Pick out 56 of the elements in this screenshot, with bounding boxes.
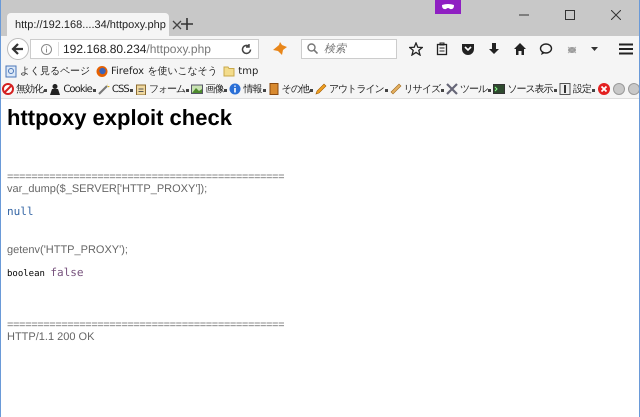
toolbar-menu[interactable]: リサイズ <box>404 82 444 96</box>
prohibited-icon[interactable] <box>2 83 14 95</box>
clipboard-icon[interactable] <box>134 83 147 95</box>
maximize-icon[interactable] <box>565 10 575 20</box>
new-tab-icon[interactable] <box>181 18 193 30</box>
toolbar-menu[interactable]: Cookie <box>63 84 96 94</box>
toolbar-menu[interactable]: ソース表示 <box>507 82 557 96</box>
error-icon[interactable] <box>598 83 610 95</box>
output-text: getenv('HTTP_PROXY'); <box>7 244 129 256</box>
figure-icon[interactable] <box>49 83 62 95</box>
wand-icon[interactable] <box>98 83 110 95</box>
toolbar-menu[interactable]: ツール <box>460 82 492 96</box>
info-icon <box>41 44 52 54</box>
close-icon[interactable] <box>611 10 621 20</box>
toolbar-menu[interactable]: アウトライン <box>328 82 388 96</box>
output-value: null <box>7 205 34 218</box>
page-search-icon[interactable] <box>5 64 17 78</box>
status-dot-icon[interactable] <box>613 83 626 95</box>
close-icon[interactable] <box>172 20 182 30</box>
toolbar-menu[interactable]: フォーム <box>148 82 190 96</box>
home-icon[interactable] <box>513 42 527 56</box>
globe-icon[interactable] <box>96 64 108 78</box>
separator-text: ============================================== <box>7 319 286 331</box>
page-heading: httpoxy exploit check <box>7 105 233 131</box>
search-icon <box>307 43 318 54</box>
menu-icon[interactable] <box>619 43 633 55</box>
book-icon[interactable] <box>268 83 280 95</box>
toolbar-menu[interactable]: 情報 <box>243 82 266 96</box>
ruler-icon[interactable] <box>390 83 402 95</box>
url-text: 192.168.80.234/httpoxy.php <box>58 42 211 56</box>
chat-icon[interactable] <box>539 42 553 56</box>
download-icon[interactable] <box>487 42 501 56</box>
toolbar-menu[interactable]: 画像 <box>205 82 228 96</box>
pocket-icon[interactable] <box>461 42 475 56</box>
bookmark-link[interactable]: よく見るページ <box>20 64 90 78</box>
bookmark-link[interactable]: Firefox を使いこなそう <box>111 64 218 78</box>
terminal-icon[interactable] <box>493 83 506 95</box>
star-icon[interactable] <box>409 42 423 56</box>
toolbar-menu[interactable]: その他 <box>282 82 313 96</box>
separator-text: ============================================== <box>7 171 286 183</box>
pencil-icon[interactable] <box>314 83 327 95</box>
back-icon[interactable] <box>7 38 29 60</box>
output-value: boolean false <box>7 266 84 279</box>
toolbar-menu[interactable]: 設定 <box>572 82 596 96</box>
tools-icon[interactable] <box>446 83 458 95</box>
address-bar[interactable]: 192.168.80.234/httpoxy.php <box>30 39 259 59</box>
search-field[interactable]: 検索 <box>301 39 397 59</box>
toolbar-menu[interactable]: 無効化 <box>16 82 48 96</box>
bookmark-link[interactable]: tmp <box>238 66 258 76</box>
reload-icon[interactable] <box>241 44 252 54</box>
toolbar-menu[interactable]: CSS <box>112 84 133 94</box>
output-text: HTTP/1.1 200 OK <box>7 331 96 343</box>
image-icon[interactable] <box>191 83 204 95</box>
output-text: var_dump($_SERVER['HTTP_PROXY']); <box>7 183 208 195</box>
clipboard-icon[interactable] <box>435 42 449 56</box>
info-icon[interactable] <box>229 83 242 95</box>
